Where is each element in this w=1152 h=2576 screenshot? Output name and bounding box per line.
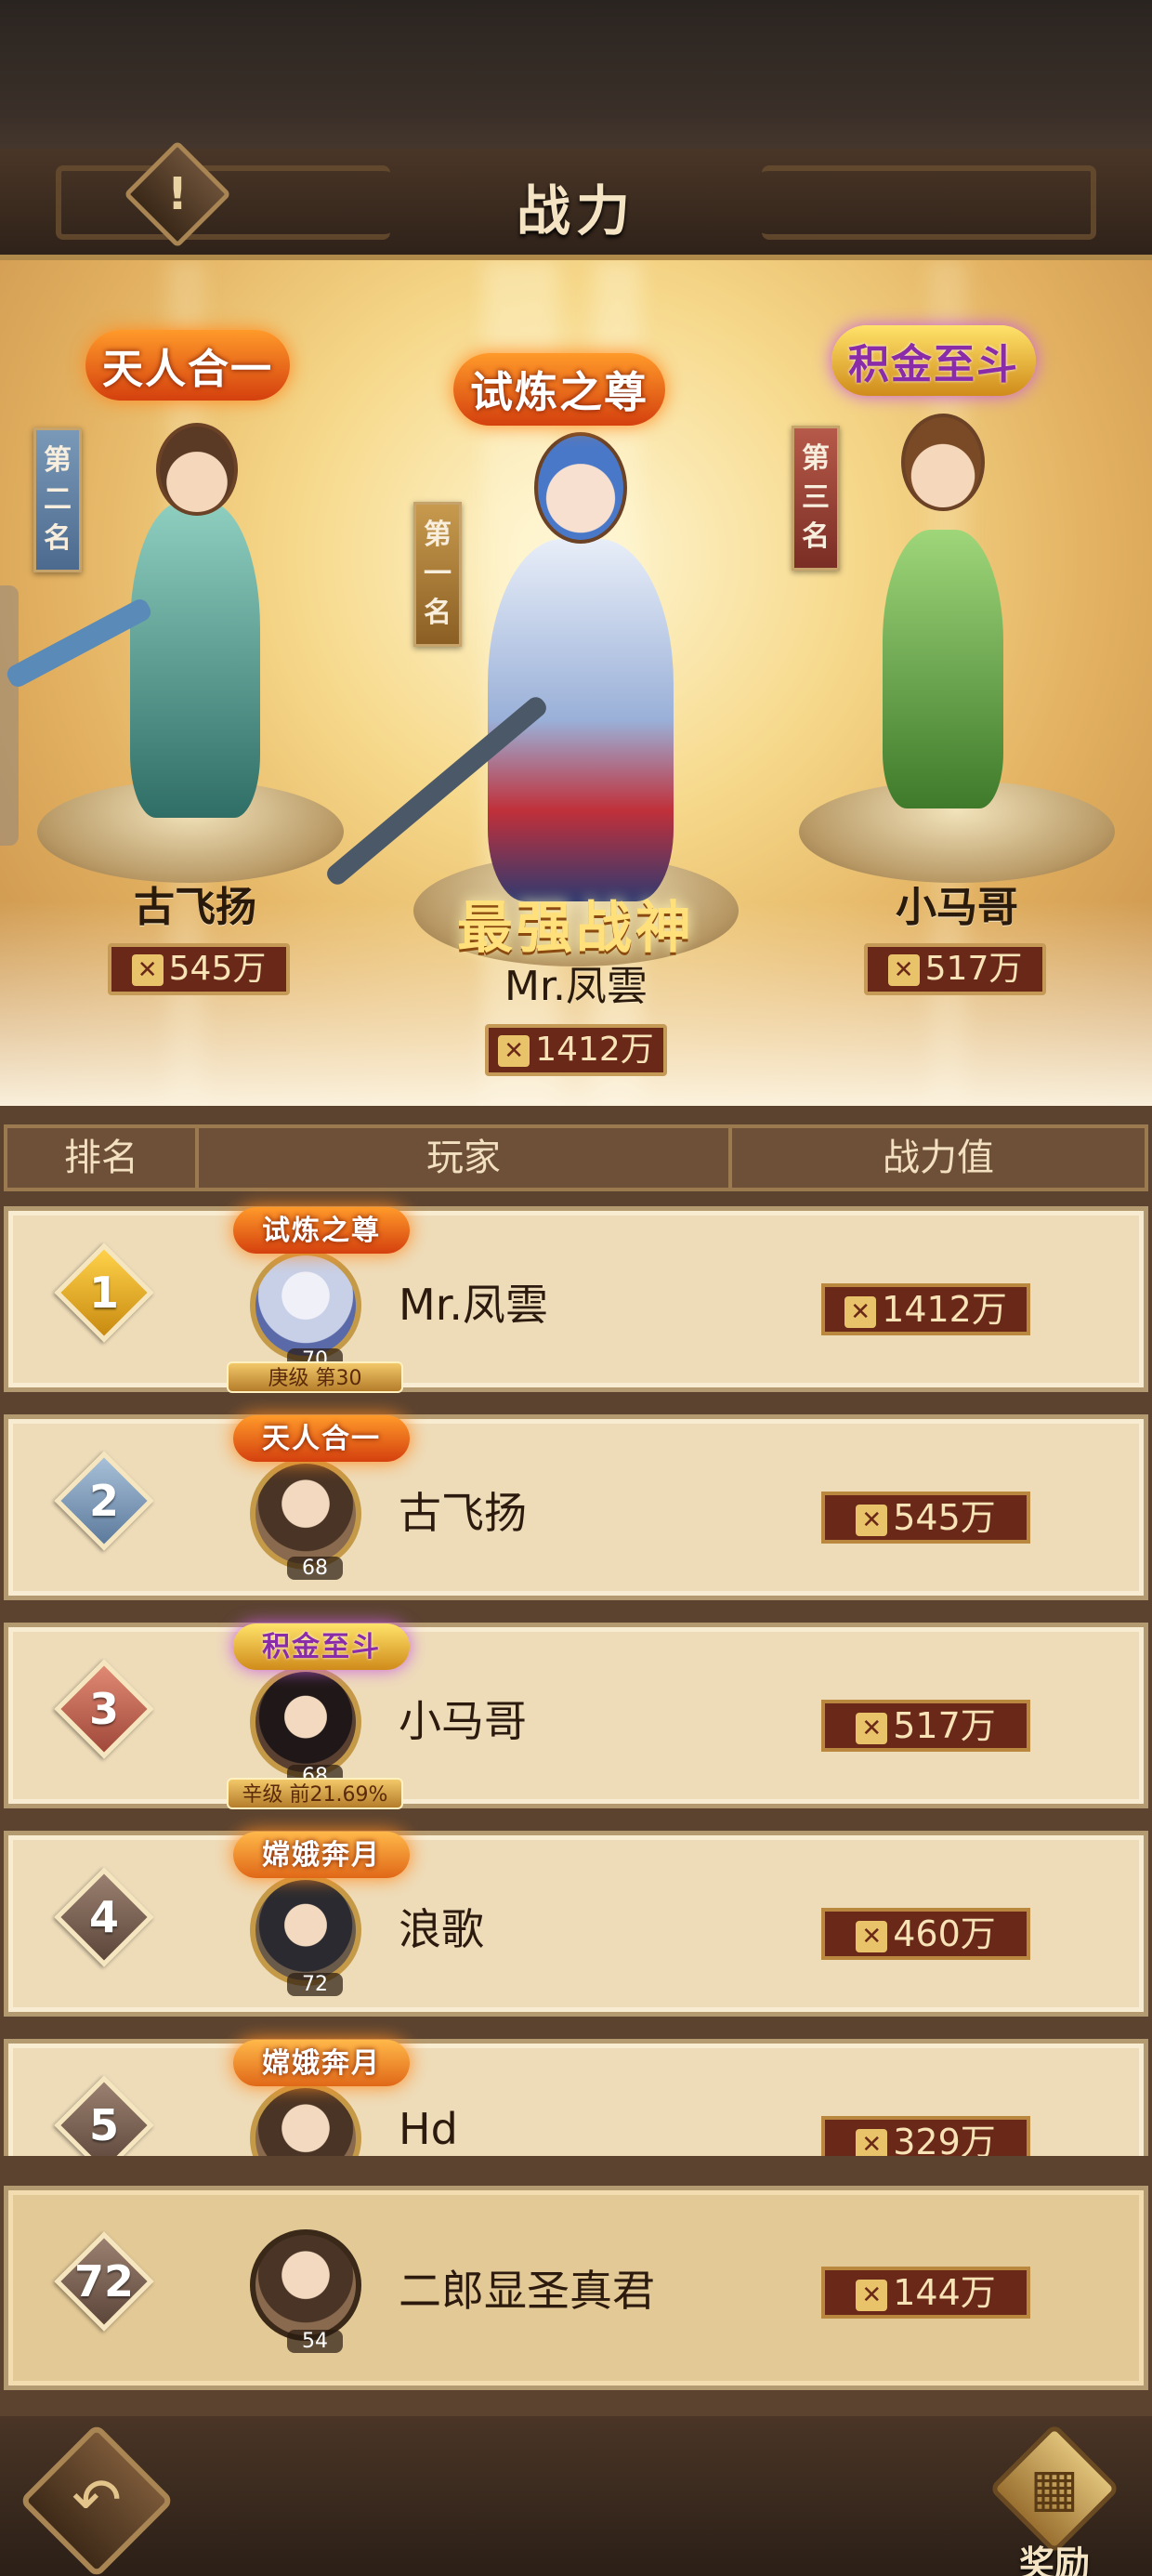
power-value: 460万 — [893, 1913, 996, 1954]
back-icon: ↶ — [72, 2466, 122, 2535]
power-plate: ✕ 1412万 — [821, 1283, 1030, 1335]
top-band — [0, 0, 1152, 167]
title-badge-second: 天人合一 — [85, 330, 290, 401]
hero-second-head — [156, 423, 238, 516]
avatar[interactable] — [250, 2229, 361, 2341]
hero-first-head — [534, 432, 627, 544]
sword-shield-icon: ✕ — [887, 954, 920, 986]
rank-number: 4 — [88, 1892, 119, 1942]
avatar[interactable] — [250, 1666, 361, 1778]
table-row[interactable]: 3 68 积金至斗 辛级 前21.69% 小马哥 ✕ 517万 — [4, 1623, 1148, 1809]
power-plate: ✕ 460万 — [821, 1908, 1030, 1960]
power-value: 517万 — [924, 950, 1023, 988]
power-value: 545万 — [893, 1497, 996, 1538]
sword-shield-icon: ✕ — [856, 1504, 888, 1536]
my-rank-row[interactable]: 72 54 二郎显圣真君 ✕ 144万 — [4, 2186, 1148, 2390]
ranking-table: 排名 玩家 战力值 1 70 试炼之尊 庚级 第30 Mr.凤雲 ✕ 1412万 … — [0, 1106, 1152, 2156]
rank-label-third: 第三名 — [792, 426, 840, 571]
rank-number: 2 — [88, 1476, 119, 1526]
sword-shield-icon: ✕ — [844, 1295, 877, 1328]
tier-bar: 辛级 前21.69% — [227, 1778, 403, 1809]
footer-bar — [0, 2416, 1152, 2576]
avatar-title-badge: 天人合一 — [233, 1415, 410, 1462]
power-plate: ✕ 329万 — [821, 2116, 1030, 2156]
rank-number: 1 — [88, 1268, 119, 1318]
power-value: 329万 — [893, 2122, 996, 2156]
sword-shield-icon: ✕ — [856, 2279, 888, 2311]
sword-shield-icon: ✕ — [131, 954, 164, 986]
hero-third-figure[interactable] — [883, 530, 1003, 808]
sword-shield-icon: ✕ — [856, 2128, 888, 2156]
rank-badge: 1 — [54, 1242, 154, 1343]
level-badge: 54 — [287, 2330, 343, 2353]
level-badge: 68 — [287, 1557, 343, 1580]
podium-power-second: ✕ 545万 — [108, 943, 290, 995]
avatar[interactable] — [250, 1458, 361, 1570]
podium-power-third: ✕ 517万 — [864, 943, 1046, 995]
rank-number: 5 — [88, 2100, 119, 2150]
avatar[interactable] — [250, 1874, 361, 1986]
rank-number: 72 — [73, 2256, 134, 2307]
table-row[interactable]: 5 嫦娥奔月 Hd ✕ 329万 — [4, 2039, 1148, 2156]
hero-second-figure[interactable] — [130, 502, 260, 818]
podium-power-first: ✕ 1412万 — [485, 1024, 667, 1076]
title-badge-third: 积金至斗 — [831, 325, 1036, 396]
player-name: 古飞扬 — [399, 1488, 527, 1538]
power-value: 1412万 — [535, 1031, 654, 1069]
power-value: 1412万 — [882, 1289, 1007, 1330]
avatar-title-badge: 积金至斗 — [233, 1623, 410, 1670]
power-plate: ✕ 144万 — [821, 2267, 1030, 2319]
podium-name-first: Mr.凤雲 — [504, 963, 648, 1010]
rank-badge: 5 — [54, 2075, 154, 2156]
player-name: Mr.凤雲 — [399, 1280, 548, 1330]
sword-shield-icon: ✕ — [856, 1712, 888, 1744]
power-plate: ✕ 545万 — [821, 1492, 1030, 1544]
level-badge: 72 — [287, 1973, 343, 1996]
rank-label-first: 第一名 — [413, 502, 462, 647]
podium-name-third: 小马哥 — [896, 884, 1018, 931]
power-plate: ✕ 517万 — [821, 1700, 1030, 1752]
column-header-player: 玩家 — [199, 1128, 732, 1188]
hero-third-head — [901, 414, 985, 511]
avatar-title-badge: 嫦娥奔月 — [233, 1832, 410, 1878]
avatar[interactable] — [250, 1250, 361, 1361]
tier-bar: 庚级 第30 — [227, 1361, 403, 1393]
rank-number: 3 — [88, 1684, 119, 1734]
rank-label-second: 第二名 — [33, 427, 82, 572]
power-value: 144万 — [893, 2272, 996, 2313]
rank-badge: 72 — [54, 2231, 154, 2332]
title-badge-first: 试炼之尊 — [453, 353, 665, 426]
podium-name-second: 古飞扬 — [134, 884, 256, 931]
rank-badge: 4 — [54, 1867, 154, 1967]
avatar-title-badge: 试炼之尊 — [233, 1207, 410, 1254]
side-handle[interactable] — [0, 585, 19, 846]
strongest-warrior-title: 最强战神 — [457, 896, 695, 961]
table-header: 排名 玩家 战力值 — [4, 1124, 1148, 1191]
reward-button[interactable]: ▦ 奖励 — [988, 2423, 1120, 2576]
player-name: 二郎显圣真君 — [399, 2266, 655, 2316]
player-name: Hd — [399, 2104, 458, 2154]
table-row[interactable]: 2 68 天人合一 古飞扬 ✕ 545万 — [4, 1414, 1148, 1600]
player-name: 浪歌 — [399, 1904, 484, 1954]
podium-stage: 第二名 天人合一 古飞扬 ✕ 545万 第三名 积金至斗 小马哥 ✕ 517万 第一… — [0, 260, 1152, 1106]
sword-shield-icon: ✕ — [856, 1920, 888, 1952]
table-row[interactable]: 4 72 嫦娥奔月 浪歌 ✕ 460万 — [4, 1831, 1148, 2017]
rank-badge: 3 — [54, 1659, 154, 1759]
player-name: 小马哥 — [399, 1696, 527, 1746]
column-header-rank: 排名 — [7, 1128, 199, 1188]
reward-label: 奖励 — [1018, 2543, 1090, 2576]
column-header-power: 战力值 — [883, 1137, 994, 1179]
table-row[interactable]: 1 70 试炼之尊 庚级 第30 Mr.凤雲 ✕ 1412万 — [4, 1206, 1148, 1393]
avatar-title-badge: 嫦娥奔月 — [233, 2040, 410, 2086]
avatar[interactable] — [250, 2083, 361, 2156]
sword-shield-icon: ✕ — [498, 1035, 530, 1067]
power-value: 545万 — [168, 950, 267, 988]
power-value: 517万 — [893, 1705, 996, 1746]
info-icon: ! — [167, 168, 188, 220]
rank-badge: 2 — [54, 1451, 154, 1551]
